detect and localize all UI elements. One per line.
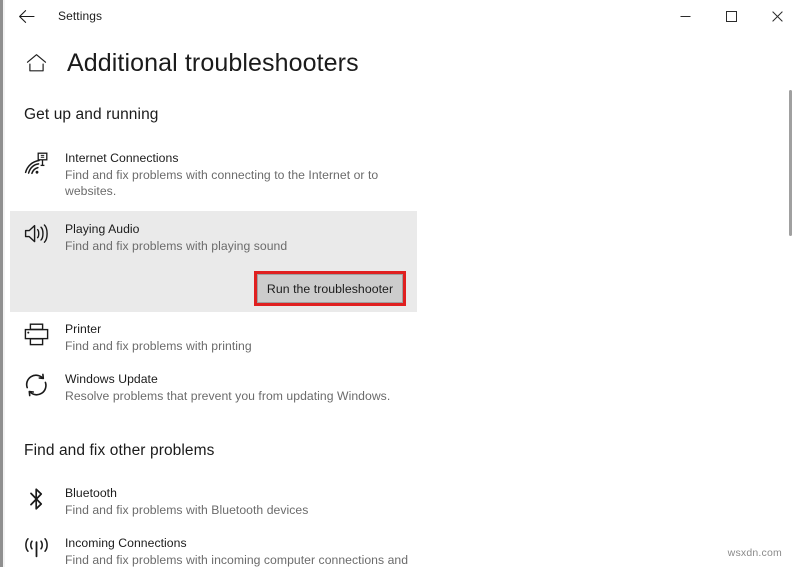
home-icon[interactable] xyxy=(19,53,53,73)
caption-button-group xyxy=(662,0,800,32)
troubleshooter-text-block: Incoming Connections Find and fix proble… xyxy=(65,535,408,567)
settings-window: Settings Additional troubleshooters Get … xyxy=(0,0,800,567)
troubleshooter-name: Printer xyxy=(65,322,102,336)
troubleshooter-name: Windows Update xyxy=(65,372,158,386)
back-button[interactable] xyxy=(5,0,47,32)
vertical-scrollbar[interactable] xyxy=(785,90,797,567)
troubleshooter-description: Find and fix problems with printing xyxy=(65,339,252,353)
scrollbar-thumb[interactable] xyxy=(789,90,792,236)
section-heading-get-up-and-running: Get up and running xyxy=(24,106,159,123)
page-title: Additional troubleshooters xyxy=(67,48,359,77)
troubleshooter-item-windows-update[interactable]: Windows Update Resolve problems that pre… xyxy=(5,371,425,404)
incoming-connections-icon xyxy=(19,535,53,561)
troubleshooter-text-block: Printer Find and fix problems with print… xyxy=(65,321,252,354)
troubleshooter-item-bluetooth[interactable]: Bluetooth Find and fix problems with Blu… xyxy=(5,485,425,518)
troubleshooter-name: Bluetooth xyxy=(65,486,117,500)
bluetooth-icon xyxy=(19,485,53,511)
page-header: Additional troubleshooters xyxy=(5,42,359,84)
windows-update-icon xyxy=(19,371,53,397)
troubleshooter-description: Find and fix problems with Bluetooth dev… xyxy=(65,503,309,517)
troubleshooter-name: Incoming Connections xyxy=(65,536,187,550)
troubleshooter-description: Find and fix problems with playing sound xyxy=(65,239,288,253)
troubleshooter-name: Internet Connections xyxy=(65,151,179,165)
close-button[interactable] xyxy=(754,0,800,32)
troubleshooter-text-block: Internet Connections Find and fix proble… xyxy=(65,150,410,199)
troubleshooter-item-internet-connections[interactable]: Internet Connections Find and fix proble… xyxy=(5,150,425,199)
run-the-troubleshooter-button[interactable]: Run the troubleshooter xyxy=(257,274,403,303)
minimize-button[interactable] xyxy=(662,0,708,32)
app-title: Settings xyxy=(58,9,103,23)
troubleshooter-text-block: Bluetooth Find and fix problems with Blu… xyxy=(65,485,308,518)
troubleshooter-item-incoming-connections[interactable]: Incoming Connections Find and fix proble… xyxy=(5,535,425,567)
troubleshooter-item-printer[interactable]: Printer Find and fix problems with print… xyxy=(5,321,425,354)
printer-icon xyxy=(19,321,53,346)
troubleshooter-item-playing-audio[interactable]: Playing Audio Find and fix problems with… xyxy=(5,221,417,254)
troubleshooter-name: Playing Audio xyxy=(65,222,140,236)
watermark: wsxdn.com xyxy=(727,547,782,559)
troubleshooter-description: Find and fix problems with incoming comp… xyxy=(65,553,409,567)
troubleshooter-text-block: Windows Update Resolve problems that pre… xyxy=(65,371,390,404)
title-bar: Settings xyxy=(5,0,800,32)
playing-audio-icon xyxy=(19,221,53,245)
troubleshooters-list: Get up and running Internet Connections … xyxy=(5,95,795,567)
troubleshooter-text-block: Playing Audio Find and fix problems with… xyxy=(65,221,287,254)
section-heading-find-and-fix-other-problems: Find and fix other problems xyxy=(24,442,215,459)
troubleshooter-description: Find and fix problems with connecting to… xyxy=(65,168,379,198)
internet-connections-icon xyxy=(19,150,53,176)
troubleshooter-description: Resolve problems that prevent you from u… xyxy=(65,389,391,403)
maximize-button[interactable] xyxy=(708,0,754,32)
